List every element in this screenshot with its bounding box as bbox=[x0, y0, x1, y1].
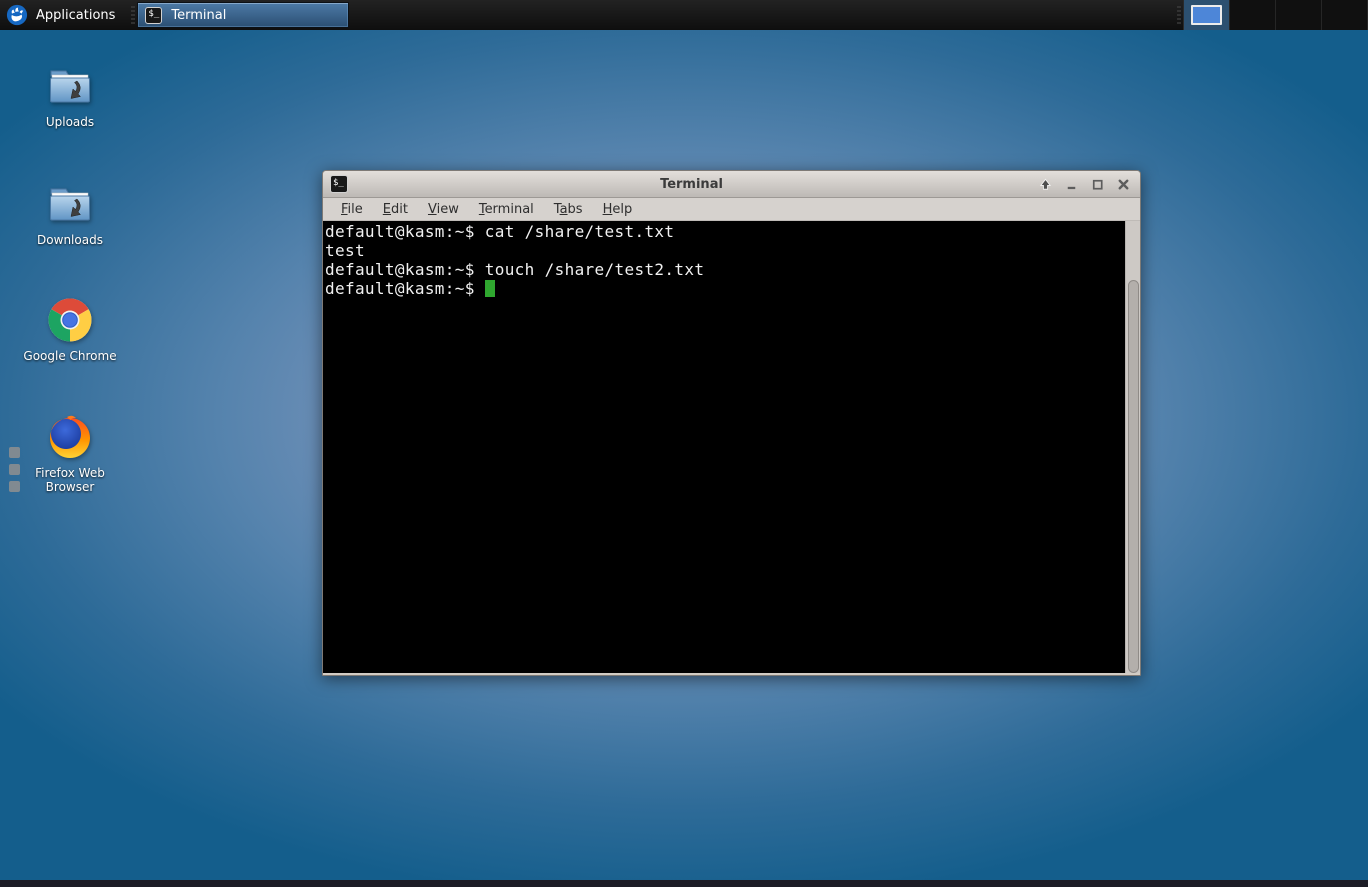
window-titlebar[interactable]: $_ Terminal bbox=[323, 171, 1140, 198]
terminal-icon: $_ bbox=[145, 7, 162, 24]
shade-button[interactable] bbox=[1035, 174, 1055, 194]
dock-handle-dot bbox=[9, 464, 20, 475]
close-button[interactable] bbox=[1113, 174, 1133, 194]
desktop-icon-downloads[interactable]: Downloads bbox=[20, 180, 120, 247]
maximize-button[interactable] bbox=[1087, 174, 1107, 194]
applications-label: Applications bbox=[36, 8, 115, 23]
taskbar-terminal-label: Terminal bbox=[171, 8, 226, 23]
terminal-cursor bbox=[485, 280, 495, 297]
menu-item-tabs[interactable]: Tabs bbox=[544, 202, 593, 217]
menu-item-file[interactable]: File bbox=[331, 202, 373, 217]
left-edge-dock-handle[interactable] bbox=[9, 447, 21, 493]
workspace-2[interactable] bbox=[1230, 0, 1276, 30]
desktop-screen: Applications $_ Terminal Uploads bbox=[0, 0, 1368, 887]
desktop-icon-label: Uploads bbox=[46, 115, 94, 129]
workspace-3[interactable] bbox=[1276, 0, 1322, 30]
menu-item-edit[interactable]: Edit bbox=[373, 202, 418, 217]
folder-download-icon bbox=[46, 62, 94, 110]
scrollbar-thumb[interactable] bbox=[1128, 280, 1139, 673]
arrow-up-icon bbox=[1038, 177, 1053, 192]
desktop-icon-uploads[interactable]: Uploads bbox=[20, 62, 120, 129]
folder-download-icon bbox=[46, 180, 94, 228]
desktop-icon-label: Downloads bbox=[37, 233, 103, 247]
terminal-line: default@kasm:~$ touch /share/test2.txt bbox=[325, 260, 1125, 279]
terminal-icon: $_ bbox=[330, 175, 348, 193]
menu-item-terminal[interactable]: Terminal bbox=[469, 202, 544, 217]
panel-separator-handle bbox=[131, 6, 135, 24]
workspace-switcher bbox=[1183, 0, 1368, 30]
terminal-line: test bbox=[325, 241, 1125, 260]
dock-handle-dot bbox=[9, 447, 20, 458]
minimize-button[interactable] bbox=[1061, 174, 1081, 194]
taskbar-terminal-button[interactable]: $_ Terminal bbox=[137, 2, 349, 28]
workspace-4[interactable] bbox=[1322, 0, 1368, 30]
firefox-icon bbox=[46, 413, 94, 461]
desktop-icon-label: Google Chrome bbox=[23, 349, 116, 363]
window-title: Terminal bbox=[354, 177, 1029, 192]
workspace-window-thumbnail bbox=[1191, 5, 1222, 25]
maximize-icon bbox=[1090, 177, 1105, 192]
top-panel: Applications $_ Terminal bbox=[0, 0, 1368, 30]
workspace-1[interactable] bbox=[1184, 0, 1230, 30]
desktop-icon-label: Firefox Web Browser bbox=[20, 466, 120, 494]
terminal-line: default@kasm:~$ bbox=[325, 279, 1125, 298]
terminal-window: $_ Terminal F bbox=[322, 170, 1141, 676]
desktop-icon-firefox[interactable]: Firefox Web Browser bbox=[20, 413, 120, 494]
menu-item-view[interactable]: View bbox=[418, 202, 469, 217]
bottom-panel-edge bbox=[0, 880, 1368, 887]
dock-handle-dot bbox=[9, 481, 20, 492]
terminal-line: default@kasm:~$ cat /share/test.txt bbox=[325, 222, 1125, 241]
terminal-content-area: default@kasm:~$ cat /share/test.txttestd… bbox=[323, 221, 1140, 675]
panel-spacer bbox=[349, 0, 1175, 30]
chrome-icon bbox=[46, 296, 94, 344]
minimize-icon bbox=[1064, 177, 1079, 192]
terminal-output[interactable]: default@kasm:~$ cat /share/test.txttestd… bbox=[323, 221, 1125, 673]
menu-item-help[interactable]: Help bbox=[593, 202, 643, 217]
panel-separator-handle bbox=[1177, 6, 1181, 24]
menu-bar: FileEditViewTerminalTabsHelp bbox=[323, 198, 1140, 221]
desktop-icon-google-chrome[interactable]: Google Chrome bbox=[20, 296, 120, 363]
kasm-logo-icon bbox=[6, 4, 28, 26]
applications-menu-button[interactable]: Applications bbox=[0, 0, 129, 30]
close-icon bbox=[1116, 177, 1131, 192]
terminal-scrollbar[interactable] bbox=[1125, 221, 1140, 673]
